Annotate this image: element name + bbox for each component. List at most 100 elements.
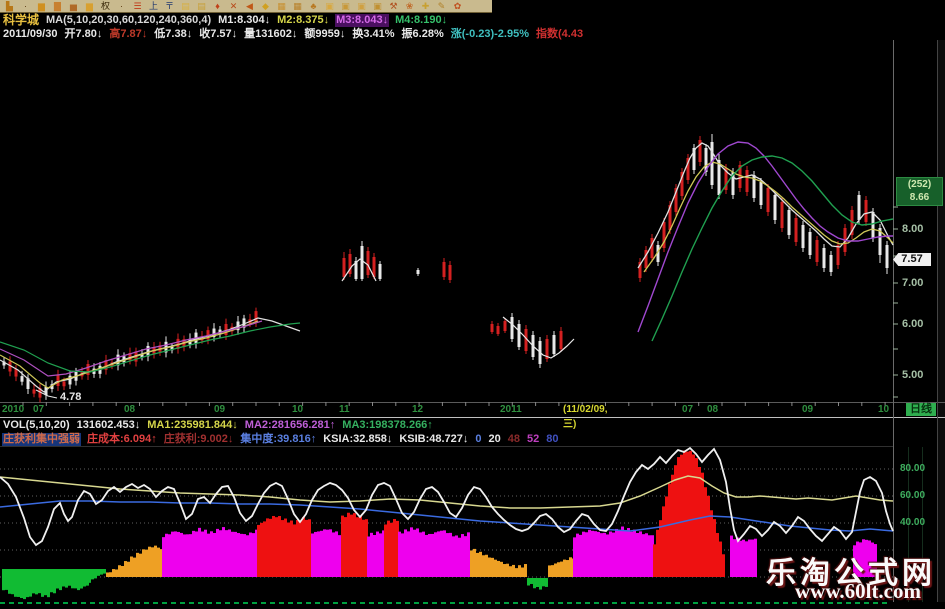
toolbar-icon[interactable]: ▣ <box>322 1 337 12</box>
stock-header: 科学城 MA(5,10,20,30,60,120,240,360,4) M1:8… <box>2 13 448 27</box>
amount: 额9959↓ <box>304 27 346 40</box>
ma4-line <box>0 322 301 373</box>
price-axis-label: 6.00 <box>902 318 924 330</box>
index-value: 指数(4.43 <box>536 27 584 40</box>
quote-info-bar: 2011/09/30 开7.80↓ 高7.87↓ 低7.38↓ 收7.57↓ 量13160… <box>2 27 584 41</box>
level-20: 20 <box>488 432 501 445</box>
indicator-lines <box>0 446 894 547</box>
ma-settings: MA(5,10,20,30,60,120,240,360,4) <box>46 13 212 26</box>
toolbar-icon[interactable]: ❀ <box>402 1 417 12</box>
ma-lines <box>0 141 894 393</box>
ma4-value: M4:8.190↓ <box>395 13 448 26</box>
chart-frame <box>0 40 945 602</box>
indicator-axis-label: 40.00 <box>900 517 926 528</box>
low-price: 低7.38↓ <box>154 27 193 40</box>
banker-profit: 庄获利:9.002↓ <box>163 432 234 445</box>
toolbar-icon[interactable]: ▙ <box>2 1 17 12</box>
trade-date: 2011/09/30 <box>3 27 58 40</box>
ma1-value: M1:8.304↓ <box>218 13 271 26</box>
concentration: 集中度:39.816↑ <box>240 432 317 445</box>
toolbar-icon[interactable]: 上 <box>146 1 161 12</box>
toolbar-icon[interactable]: ☰ <box>130 1 145 12</box>
close-price: 收7.57↓ <box>199 27 238 40</box>
indicator-bars <box>2 450 877 600</box>
toolbar-icon[interactable]: ▣ <box>338 1 353 12</box>
time-axis-label: 2010 <box>2 404 25 415</box>
time-axis-label: 07 <box>33 404 45 415</box>
high-252-value: 8.66 <box>909 192 930 203</box>
toolbar-icon[interactable]: · <box>18 1 33 12</box>
open-price: 开7.80↓ <box>64 27 103 40</box>
toolbar-icon[interactable]: ▤ <box>194 1 209 12</box>
toolbar-icon[interactable]: ▣ <box>370 1 385 12</box>
price-axis-label: 8.00 <box>902 223 924 235</box>
period-selector[interactable]: 日线 <box>906 403 936 416</box>
toolbar-icon[interactable]: ▤ <box>178 1 193 12</box>
volume: 量131602↓ <box>244 27 298 40</box>
turnover: 换3.41% <box>352 27 395 40</box>
vol-ma3: MA3:198378.266↑ <box>342 419 433 431</box>
toolbar-icon[interactable]: ▣ <box>354 1 369 12</box>
time-axis-label: 08 <box>124 404 136 415</box>
toolbar-icon[interactable]: ▦ <box>290 1 305 12</box>
ksib-value: KSIB:48.727↓ <box>399 432 469 445</box>
toolbar-icon[interactable]: ◆ <box>258 1 273 12</box>
toolbar-icon[interactable]: · <box>114 1 129 12</box>
toolbar-icon[interactable]: ✿ <box>450 1 465 12</box>
time-axis-label: 10 <box>878 404 890 415</box>
time-axis-label: 10 <box>292 404 304 415</box>
amplitude: 振6.28% <box>401 27 444 40</box>
toolbar-icon[interactable]: 权 <box>98 1 113 12</box>
toolbar-icon[interactable]: ✕ <box>226 1 241 12</box>
toolbar-icon[interactable]: ♣ <box>306 1 321 12</box>
ma3-line <box>637 141 893 333</box>
time-axis-label: 12 <box>412 404 424 415</box>
ksib-line <box>0 475 894 509</box>
level-48: 48 <box>507 432 521 445</box>
low-annotation: 4.78 <box>60 391 82 403</box>
ksia-value: KSIA:32.858↓ <box>323 432 393 445</box>
toolbar-icon[interactable]: ▅ <box>66 1 81 12</box>
level-80: 80 <box>546 432 559 445</box>
indicator-axis-label: 80.00 <box>900 463 926 474</box>
level-0: 0 <box>475 432 482 445</box>
price-axis-label: 5.00 <box>902 369 924 381</box>
toolbar-icon[interactable]: ▇ <box>50 1 65 12</box>
high-price: 高7.87↓ <box>109 27 148 40</box>
ma2-value: M2:8.375↓ <box>277 13 330 26</box>
volume-info-bar: VOL(5,10,20) 131602.453↓ MA1:235981.844↓ MA… <box>2 419 434 432</box>
ma-arc <box>341 258 377 282</box>
toolbar-icon[interactable]: ▆ <box>82 1 97 12</box>
level-52: 52 <box>527 432 540 445</box>
toolbar-icon[interactable]: ▦ <box>274 1 289 12</box>
candles-layer <box>2 134 889 403</box>
time-axis-label: 2011 <box>500 404 522 415</box>
toolbar: ▙ · ▆ ▇ ▅ ▆ 权 · ☰ 上〒 ▤ ▤ ♦ ✕ ◀ ◆ ▦ ▦ ♣ ▣ ▣ ▣ ▣ ⚒ ❀ ✚ ✎ ✿ <box>0 0 492 13</box>
toolbar-icon[interactable]: ♦ <box>210 1 225 12</box>
toolbar-icon[interactable]: ▆ <box>34 1 49 12</box>
trading-app-window: ▙ · ▆ ▇ ▅ ▆ 权 · ☰ 上〒 ▤ ▤ ♦ ✕ ◀ ◆ ▦ ▦ ♣ ▣ ▣ ▣ ▣ ⚒ ❀ ✚ ✎ ✿ 科学城 MA(5,1… <box>0 0 945 609</box>
high-252-box: (252) 8.66 <box>896 177 943 206</box>
vol-settings: VOL(5,10,20) <box>3 419 70 431</box>
indicator-axis-label: 60.00 <box>900 490 926 501</box>
toolbar-icon[interactable]: ◀ <box>242 1 257 12</box>
vol-ma2: MA2:281656.281↑ <box>244 419 336 431</box>
price-axis-label: 7.00 <box>902 277 924 289</box>
stock-name: 科学城 <box>3 12 40 27</box>
toolbar-icon[interactable]: ⚒ <box>386 1 401 12</box>
time-axis-label: 08 <box>707 404 719 415</box>
toolbar-icon[interactable]: ✚ <box>418 1 433 12</box>
time-axis-label: 09 <box>214 404 226 415</box>
time-axis-label: 11 <box>339 404 350 415</box>
current-price-tag: 7.57 <box>893 253 931 266</box>
high-252-label: (252) <box>907 179 932 190</box>
toolbar-icon[interactable]: ✎ <box>434 1 449 12</box>
banker-cost: 庄成本:6.094↑ <box>87 432 157 445</box>
watermark-site-url: www.60lt.com <box>795 579 921 603</box>
chart-canvas[interactable] <box>0 0 945 609</box>
change: 涨(-0.23)-2.95% <box>450 27 530 40</box>
ma3-line <box>0 320 263 377</box>
crosshair-date-label: (11/02/09,三) <box>563 404 608 430</box>
indicator-info-bar: 庄获利集中强弱 庄成本:6.094↑ 庄获利:9.002↓ 集中度:39.816↑ KS… <box>2 432 560 446</box>
toolbar-icon[interactable]: 〒 <box>162 1 177 12</box>
